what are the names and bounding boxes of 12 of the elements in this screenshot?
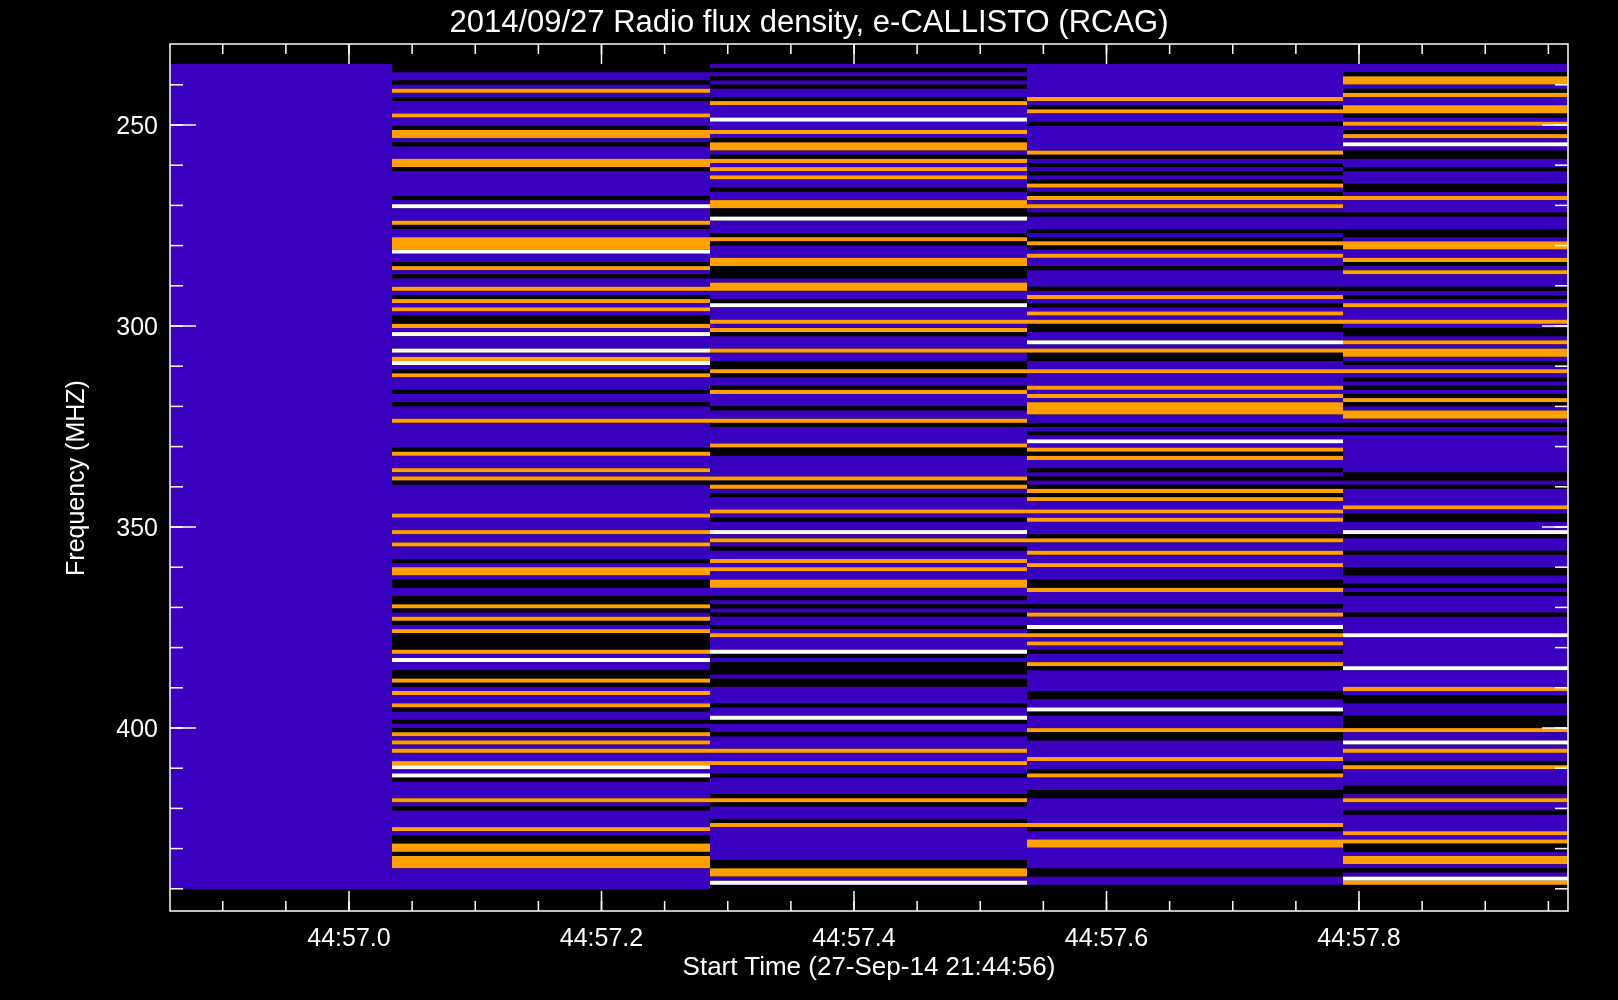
y-tick-label: 250 — [116, 111, 158, 139]
y-axis-label: Frequency (MHZ) — [61, 380, 89, 576]
y-tick-label: 350 — [116, 513, 158, 541]
x-axis-label: Start Time (27-Sep-14 21:44:56) — [682, 951, 1056, 981]
x-tick-label: 44:57.2 — [559, 923, 644, 951]
y-tick-label: 300 — [116, 312, 158, 340]
chart-title: 2014/09/27 Radio flux density, e-CALLISTO (RCAG) — [449, 4, 1169, 39]
x-tick-label: 44:57.0 — [307, 923, 391, 951]
x-tick-label: 44:57.8 — [1317, 923, 1401, 951]
x-tick-label: 44:57.4 — [812, 923, 896, 951]
y-tick-label: 400 — [116, 714, 158, 742]
x-tick-label: 44:57.6 — [1064, 923, 1149, 951]
